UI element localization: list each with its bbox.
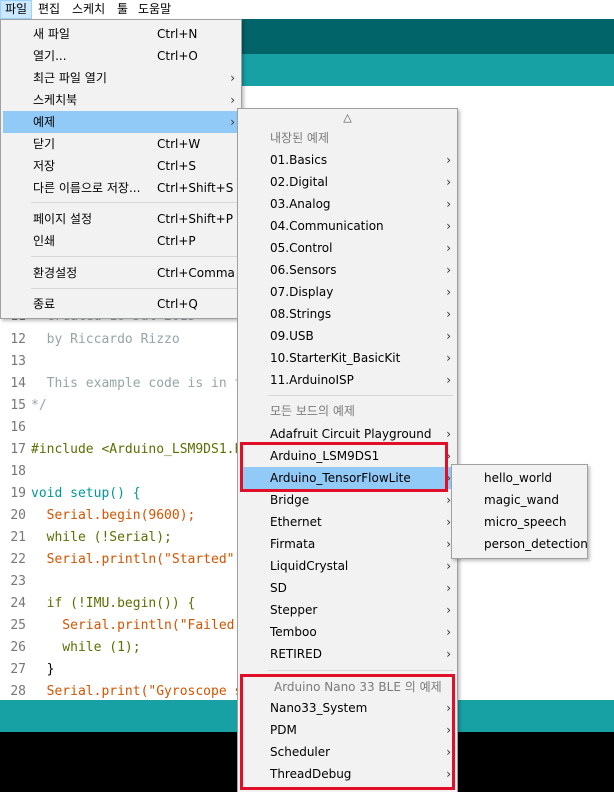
chevron-right-icon: › [446, 285, 451, 299]
example-03-analog[interactable]: 03.Analog › [240, 193, 455, 215]
menu-edit[interactable]: 편집 [34, 0, 64, 19]
example-06-sensors[interactable]: 06.Sensors › [240, 259, 455, 281]
file-menu-recent[interactable]: 최근 파일 열기 › [3, 67, 239, 89]
example-sd[interactable]: SD › [240, 577, 455, 599]
chevron-right-icon: › [446, 373, 451, 387]
example-05-control[interactable]: 05.Control › [240, 237, 455, 259]
tflite-hello-world[interactable]: hello_world [454, 467, 585, 489]
file-menu-page-setup[interactable]: 페이지 설정 Ctrl+Shift+P [3, 208, 239, 230]
file-menu-preferences[interactable]: 환경설정 Ctrl+Comma [3, 262, 239, 284]
file-menu-print[interactable]: 인쇄 Ctrl+P [3, 230, 239, 252]
builtin-examples-header: 내장된 예제 [270, 131, 330, 145]
example-temboo[interactable]: Temboo › [240, 621, 455, 643]
menu-separator [31, 202, 237, 203]
chevron-right-icon: › [230, 115, 235, 129]
example-stepper[interactable]: Stepper › [240, 599, 455, 621]
menu-separator [268, 395, 453, 396]
example-11-arduinoisp[interactable]: 11.ArduinoISP › [240, 369, 455, 391]
example-09-usb[interactable]: 09.USB › [240, 325, 455, 347]
tflite-person-detection[interactable]: person_detection [454, 533, 588, 555]
file-menu-sketchbook[interactable]: 스케치북 › [3, 89, 239, 111]
tflite-magic-wand[interactable]: magic_wand [454, 489, 585, 511]
tflite-micro-speech[interactable]: micro_speech [454, 511, 585, 533]
chevron-right-icon: › [446, 197, 451, 211]
chevron-right-icon: › [446, 241, 451, 255]
file-menu-examples[interactable]: 예제 › [3, 111, 239, 133]
file-menu-open[interactable]: 열기... Ctrl+O [3, 45, 239, 67]
all-boards-examples-header: 모든 보드의 예제 [270, 404, 355, 418]
example-bridge[interactable]: Bridge › [240, 489, 455, 511]
menu-sketch[interactable]: 스케치 [68, 0, 109, 19]
menu-separator [268, 670, 453, 671]
chevron-right-icon: › [446, 625, 451, 639]
chevron-right-icon: › [446, 219, 451, 233]
tensorflowlite-menu: hello_world magic_wand micro_speech pers… [451, 464, 588, 559]
chevron-right-icon: › [446, 581, 451, 595]
chevron-right-icon: › [230, 93, 235, 107]
chevron-right-icon: › [446, 351, 451, 365]
annotation-box-nano33-examples [240, 674, 455, 790]
example-08-strings[interactable]: 08.Strings › [240, 303, 455, 325]
example-firmata[interactable]: Firmata › [240, 533, 455, 555]
chevron-right-icon: › [446, 153, 451, 167]
example-retired[interactable]: RETIRED › [240, 643, 455, 665]
example-02-digital[interactable]: 02.Digital › [240, 171, 455, 193]
example-04-communication[interactable]: 04.Communication › [240, 215, 455, 237]
file-menu-new[interactable]: 새 파일 Ctrl+N [3, 23, 239, 45]
chevron-right-icon: › [230, 71, 235, 85]
example-liquidcrystal[interactable]: LiquidCrystal › [240, 555, 455, 577]
file-menu-save[interactable]: 저장 Ctrl+S [3, 155, 239, 177]
chevron-right-icon: › [446, 647, 451, 661]
file-menu-save-as[interactable]: 다른 이름으로 저장... Ctrl+Shift+S [3, 177, 239, 199]
chevron-right-icon: › [446, 329, 451, 343]
file-menu-close[interactable]: 닫기 Ctrl+W [3, 133, 239, 155]
example-ethernet[interactable]: Ethernet › [240, 511, 455, 533]
scroll-up-arrow-icon[interactable]: △ [238, 111, 457, 127]
example-10-starterkit[interactable]: 10.StarterKit_BasicKit › [240, 347, 455, 369]
file-menu: 새 파일 Ctrl+N 열기... Ctrl+O 최근 파일 열기 › 스케치북 › 예… [0, 19, 242, 319]
menu-help[interactable]: 도움말 [134, 0, 175, 19]
chevron-right-icon: › [446, 263, 451, 277]
chevron-right-icon: › [446, 175, 451, 189]
chevron-right-icon: › [446, 603, 451, 617]
menu-separator [31, 288, 237, 289]
menu-tools[interactable]: 툴 [113, 0, 132, 19]
menu-separator [31, 256, 237, 257]
menubar: 파일 편집 스케치 툴 도움말 [0, 0, 614, 20]
chevron-right-icon: › [446, 307, 451, 321]
menu-file[interactable]: 파일 [0, 0, 33, 19]
example-01-basics[interactable]: 01.Basics › [240, 149, 455, 171]
annotation-box-board-libraries [240, 442, 448, 492]
example-07-display[interactable]: 07.Display › [240, 281, 455, 303]
file-menu-quit[interactable]: 종료 Ctrl+Q [3, 293, 239, 315]
